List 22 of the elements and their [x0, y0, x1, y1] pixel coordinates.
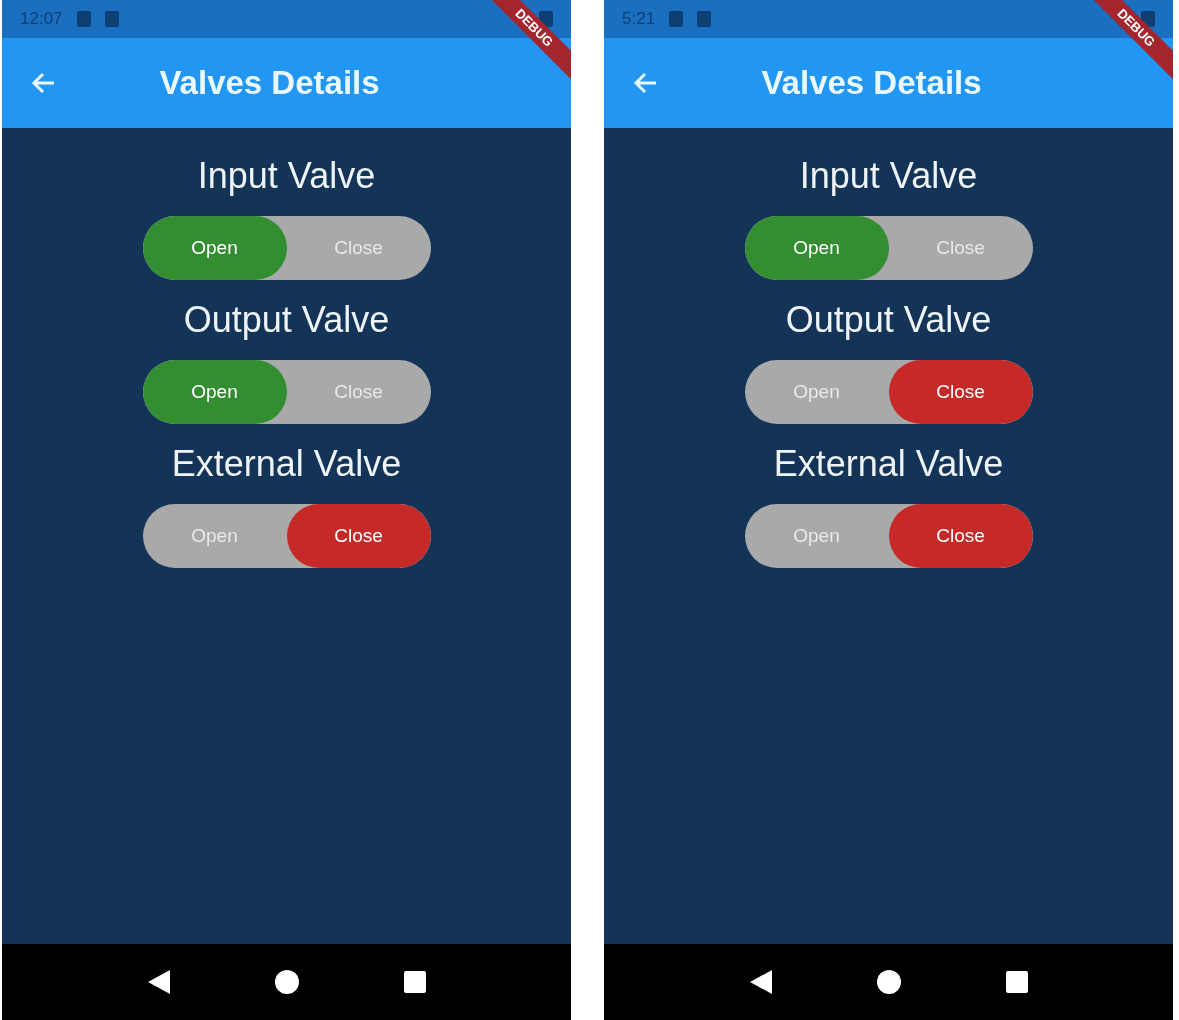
toggle-option[interactable]: Open: [142, 216, 287, 280]
recents-icon[interactable]: [403, 971, 426, 993]
valve-label: Output Valve: [785, 302, 992, 338]
toggle-option[interactable]: Close: [888, 360, 1033, 424]
back-icon[interactable]: [147, 970, 170, 994]
valve-label: External Valve: [171, 446, 402, 482]
back-icon[interactable]: [749, 970, 772, 994]
toggle-option[interactable]: Close: [286, 504, 431, 568]
valve-label: Input Valve: [197, 158, 376, 194]
home-icon[interactable]: [274, 970, 299, 994]
toggle-option[interactable]: Open: [142, 360, 287, 424]
status-time: 12:07: [20, 8, 63, 31]
valve-label: Output Valve: [183, 302, 390, 338]
toggle-option[interactable]: Close: [888, 504, 1033, 568]
valve-label: Input Valve: [799, 158, 978, 194]
app-title: Valves Details: [760, 63, 983, 104]
home-icon[interactable]: [876, 970, 901, 994]
recents-icon[interactable]: [1005, 971, 1028, 993]
app-title: Valves Details: [158, 63, 381, 104]
valve-label: External Valve: [773, 446, 1004, 482]
status-time: 5:21: [622, 8, 656, 31]
toggle-option[interactable]: Open: [744, 216, 889, 280]
